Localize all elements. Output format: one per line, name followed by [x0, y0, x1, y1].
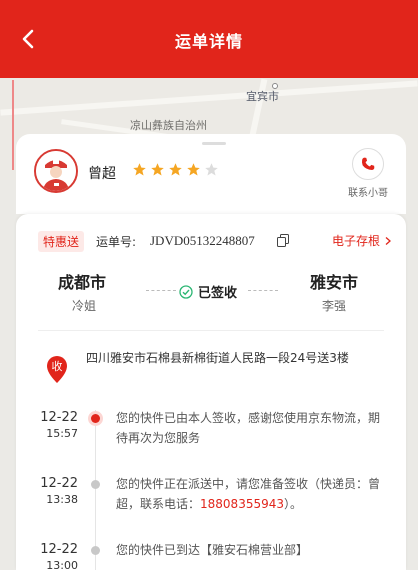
star-icon: [187, 163, 200, 176]
receiver-name: 李强: [322, 299, 347, 313]
service-tag: 特惠送: [38, 231, 85, 252]
section-divider: [38, 330, 384, 331]
map-city-label: 宜宾市: [246, 90, 279, 103]
timeline-dot-active: [91, 414, 100, 423]
courier-name: 曾超: [88, 166, 116, 182]
chevron-right-icon: [385, 237, 392, 245]
timeline-event-text: 您的快件已由本人签收，感谢您使用京东物流，期待再次为您服务: [116, 411, 381, 445]
star-icon: [205, 163, 218, 176]
map-region-label: 凉山彝族自治州: [130, 119, 207, 132]
timeline-dot: [91, 546, 100, 555]
timeline-date: 12-22: [40, 410, 78, 425]
contact-courier-label: 联系小哥: [348, 188, 388, 199]
timeline-event-text: 您的快件已到达【雅安石棉营业部】: [116, 543, 309, 557]
waybill-panel: 特惠送 运单号: JDVD05132248807 电子存根 成都市 冷姐 已签收…: [16, 214, 406, 570]
delivery-status: 已签收: [179, 282, 237, 301]
check-circle-icon: [179, 284, 193, 299]
e-receipt-label: 电子存根: [332, 234, 381, 248]
copy-icon[interactable]: [277, 234, 289, 247]
courier-phone-link[interactable]: 18808355943: [200, 497, 284, 511]
delivery-address: 四川雅安市石棉县新棉街道人民路一段24号送3楼: [86, 351, 349, 365]
timeline-time: 13:38: [46, 493, 78, 506]
receive-badge-text: 收: [52, 359, 63, 373]
star-icon: [169, 163, 182, 176]
timeline-time: 15:57: [46, 427, 78, 440]
star-icon: [151, 163, 164, 176]
phone-icon: [361, 157, 375, 170]
origin-city: 成都市: [58, 273, 107, 292]
page-title: 运单详情: [174, 32, 243, 51]
map-boundary: [12, 80, 14, 170]
timeline-date: 12-22: [40, 476, 78, 491]
e-receipt-link[interactable]: 电子存根: [332, 232, 393, 249]
courier-card: 曾超 联系小哥: [16, 134, 406, 214]
header-bar: 运单详情: [0, 0, 418, 78]
delivery-status-text: 已签收: [198, 286, 238, 301]
route-dash-left: [146, 290, 176, 291]
receive-pin-icon: 收: [47, 356, 67, 383]
timeline-time: 13:00: [46, 559, 78, 570]
waybill-number-label: 运单号:: [96, 235, 137, 249]
drag-handle[interactable]: [202, 142, 226, 145]
destination-city: 雅安市: [310, 273, 359, 292]
contact-phone-circle[interactable]: [352, 148, 384, 180]
contact-courier-button[interactable]: 联系小哥: [342, 148, 394, 199]
map-road: [0, 80, 418, 116]
timeline-event-text: 您的快件正在派送中，请您准备签收（快递员：曾超，联系电话：18808355943…: [116, 474, 391, 514]
waybill-number: JDVD05132248807: [150, 233, 255, 248]
timeline-event-text-after: ）。: [284, 497, 303, 511]
courier-rating: [132, 162, 219, 177]
star-icon: [133, 163, 146, 176]
sender-name: 冷姐: [72, 299, 97, 313]
courier-avatar-icon: [36, 151, 76, 191]
route-dash-right: [248, 290, 278, 291]
timeline-dot: [91, 480, 100, 489]
timeline-date: 12-22: [40, 542, 78, 557]
courier-avatar: [34, 149, 78, 193]
